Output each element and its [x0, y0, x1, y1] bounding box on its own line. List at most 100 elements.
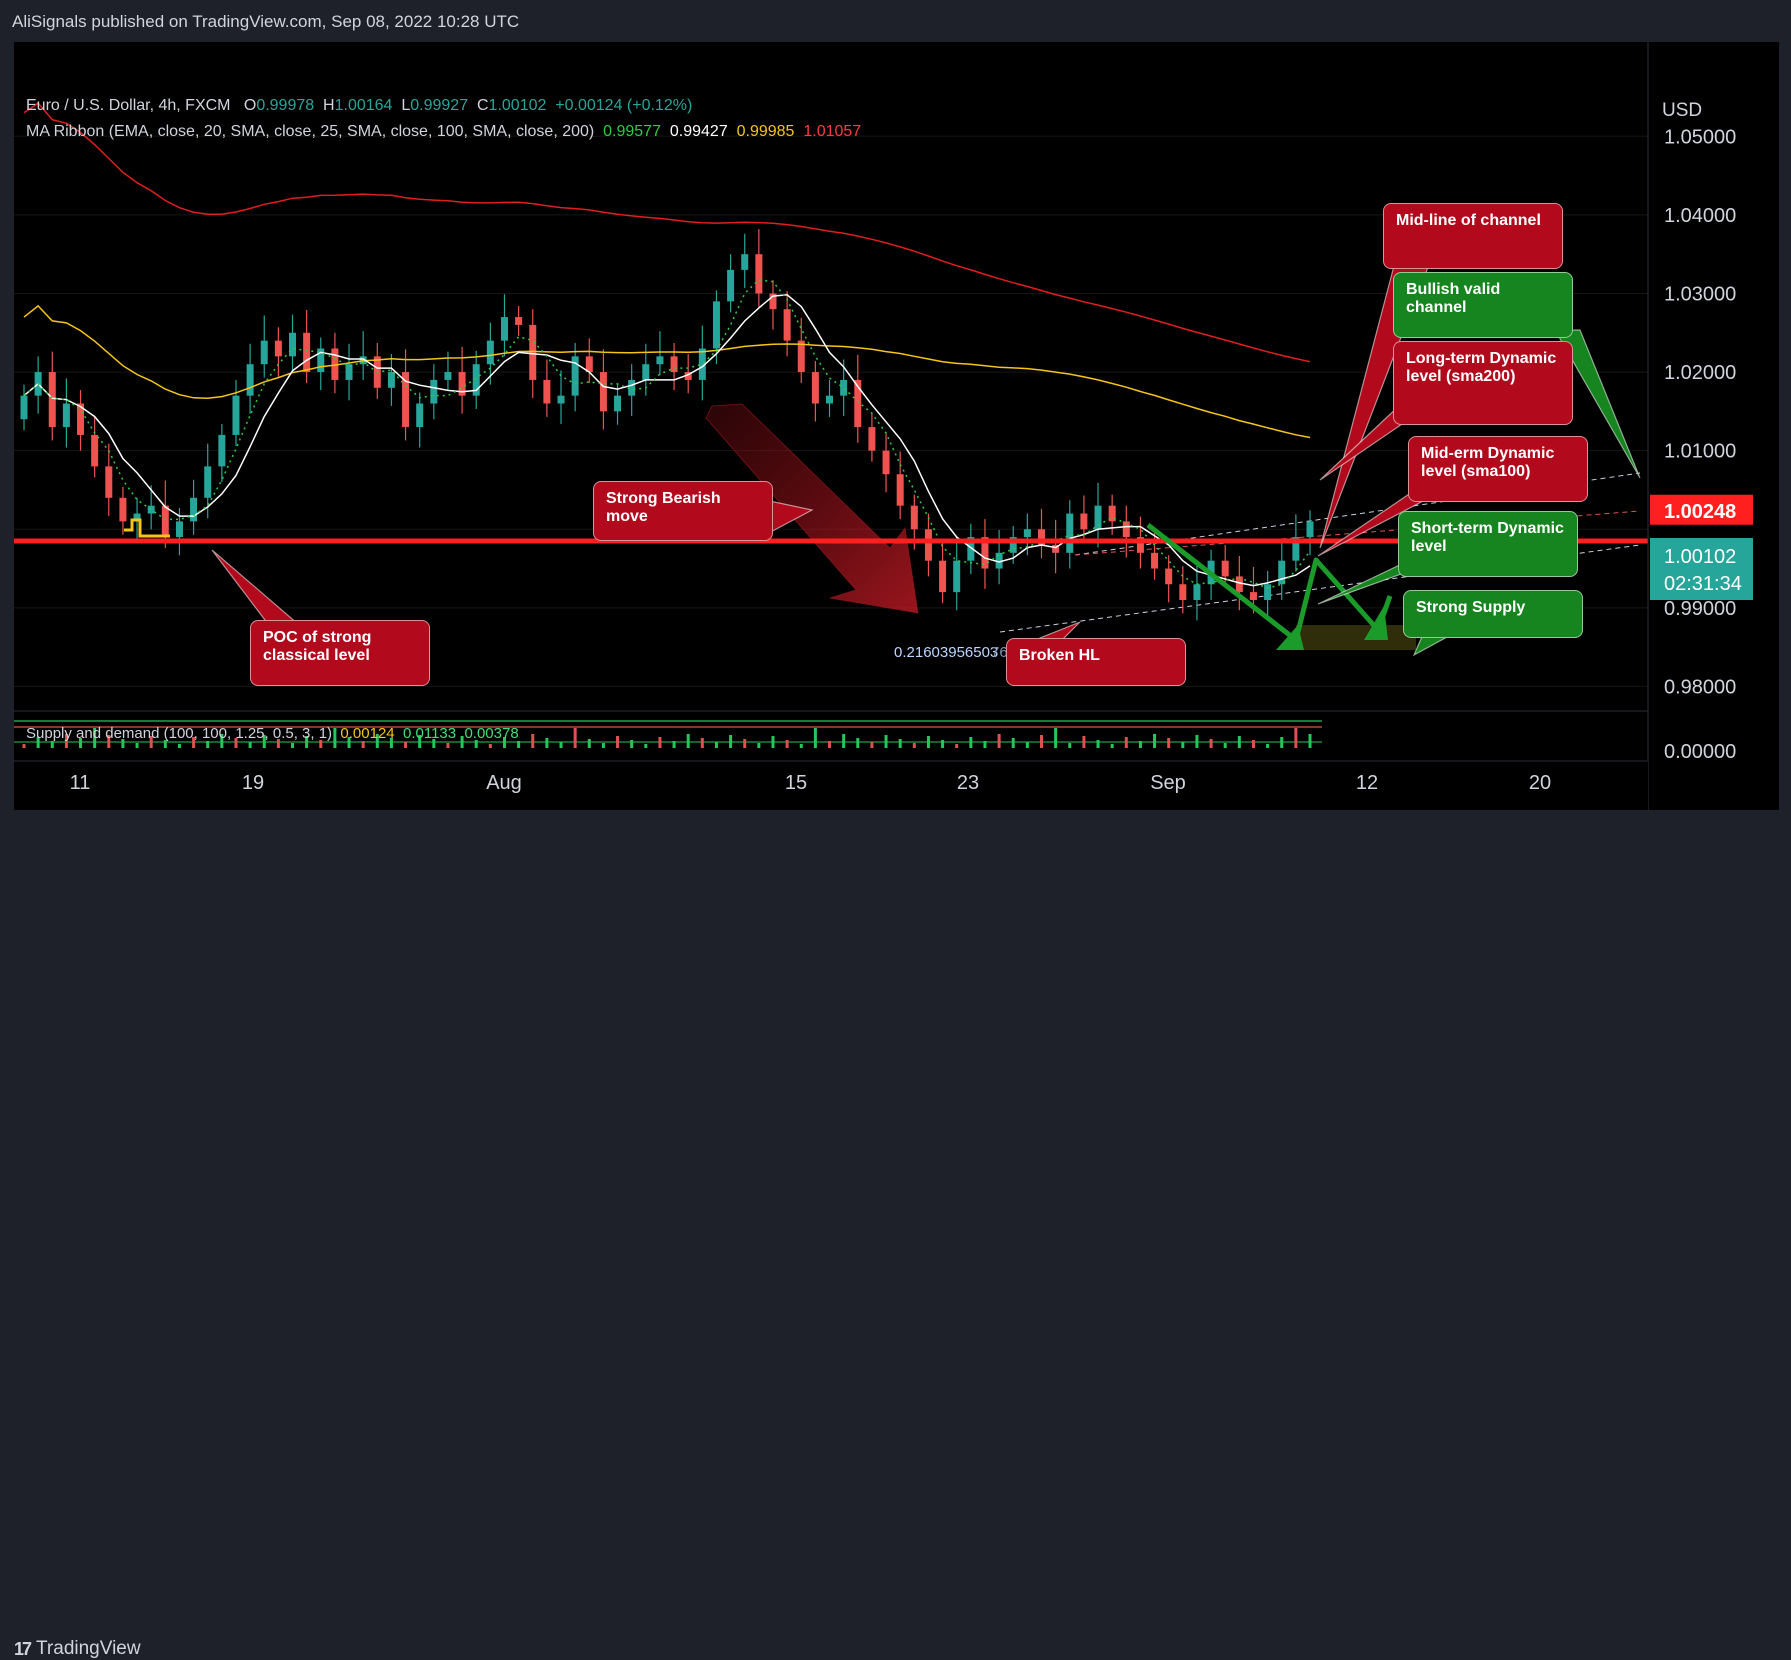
sd-bar-86	[1237, 736, 1241, 748]
price-tick-0: 0.98000	[1664, 676, 1736, 698]
candle-body-52	[755, 254, 763, 294]
candle-body-15	[232, 395, 240, 435]
candle-body-20	[303, 332, 311, 373]
sd-bar-91	[1308, 734, 1312, 748]
candle-body-74	[1066, 513, 1074, 553]
sd-bar-46	[672, 741, 676, 748]
candle-body-75	[1080, 513, 1088, 530]
sd-bar-66	[955, 744, 959, 748]
sd-bar-61	[884, 735, 888, 748]
candle-body-71	[1023, 529, 1031, 538]
candle-body-13	[204, 466, 212, 498]
sd-bar-49	[714, 742, 718, 748]
sma200-line	[23, 102, 1311, 363]
sd-bar-82	[1181, 742, 1185, 748]
candle-body-6	[105, 466, 113, 498]
candle-body-5	[91, 434, 99, 467]
annotation-shortterm: Short-term Dynamic level	[1398, 511, 1578, 577]
sd-bar-78	[1124, 737, 1128, 748]
tv-logo-icon: 17	[14, 1638, 32, 1659]
sd-bar-63	[912, 743, 916, 748]
sd-bar-47	[686, 734, 690, 748]
candle-body-82	[1179, 584, 1187, 600]
candle-body-54	[783, 309, 791, 341]
annotation-broken-hl: Broken HL	[1006, 638, 1186, 686]
price-tick-4: 1.03000	[1664, 283, 1736, 305]
time-tick-6: 12	[1356, 772, 1378, 794]
sd-bar-0	[22, 744, 26, 748]
candle-body-0	[20, 395, 28, 420]
price-tick-6: 1.05000	[1664, 126, 1736, 148]
supply-zone-box	[1296, 625, 1416, 650]
red-level-label: 1.00248	[1664, 501, 1736, 523]
time-axis: 11 19 Aug 15 23 Sep 12 20	[14, 760, 1648, 810]
candle-body-14	[218, 434, 226, 467]
candle-body-62	[896, 474, 904, 506]
sd-bar-19	[291, 743, 295, 748]
candle-body-81	[1165, 568, 1173, 585]
candle-body-83	[1193, 584, 1201, 600]
candle-body-76	[1094, 505, 1102, 530]
sd-bar-81	[1167, 738, 1171, 748]
sd-bar-55	[799, 744, 803, 748]
candle-body-61	[882, 450, 890, 475]
time-tick-0: 11	[70, 772, 91, 794]
price-tick-2: 1.01000	[1664, 441, 1736, 463]
candle-body-29	[430, 379, 438, 404]
candle-body-12	[190, 497, 198, 522]
sd-bar-90	[1294, 728, 1298, 748]
sd-bar-83	[1195, 735, 1199, 748]
candle-body-18	[274, 340, 282, 357]
sd-bar-60	[870, 742, 874, 748]
candle-body-46	[670, 356, 678, 373]
sd-bar-35	[517, 741, 521, 748]
candle-body-51	[741, 254, 749, 270]
sd-bar-87	[1251, 740, 1255, 748]
candle-body-36	[529, 324, 537, 380]
tradingview-logo[interactable]: 17 TradingView	[14, 1638, 141, 1660]
candle-body-57	[826, 395, 834, 404]
countdown-label: 02:31:34	[1664, 573, 1742, 595]
sd-bar-11	[177, 744, 181, 748]
candle-body-2	[48, 372, 56, 428]
candle-body-87	[1249, 592, 1257, 600]
symbol-name: Euro / U.S. Dollar, 4h, FXCM	[26, 97, 231, 114]
annotation-midline: Mid-line of channel	[1383, 203, 1563, 269]
price-axis: USD 0.98000 0.99000 1.01000 1.02000 1.03000 1.…	[1647, 42, 1779, 810]
sd-bar-37	[545, 738, 549, 748]
annotation-supply: Strong Supply	[1403, 590, 1583, 638]
price-tick-3: 1.02000	[1664, 362, 1736, 384]
sd-bar-73	[1054, 728, 1058, 748]
sd-bar-43	[630, 740, 634, 748]
sd-bar-64	[926, 736, 930, 748]
candle-body-43	[628, 379, 636, 396]
sd-bar-8	[135, 743, 139, 748]
candle-body-34	[500, 317, 508, 341]
sd-bar-65	[941, 740, 945, 748]
sd-bar-27	[404, 742, 408, 748]
sd-bar-79	[1138, 741, 1142, 748]
candle-body-37	[543, 379, 551, 404]
candle-body-49	[712, 301, 720, 349]
annotation-bullish-channel: Bullish valid channel	[1393, 272, 1573, 338]
candle-body-50	[727, 269, 735, 302]
low-value: 0.99927	[410, 97, 469, 114]
sd-bar-2	[50, 741, 54, 748]
candle-body-41	[599, 372, 607, 412]
pointer-poc	[211, 549, 300, 625]
candle-body-26	[387, 372, 395, 388]
candle-body-60	[868, 427, 876, 451]
sd-bar-24	[361, 741, 365, 748]
candle-body-10	[161, 505, 169, 538]
sd-bar-72	[1039, 735, 1043, 748]
candle-body-19	[289, 332, 297, 357]
time-tick-2: Aug	[486, 772, 522, 794]
brand-name: TradingView	[36, 1638, 141, 1659]
ma-title: MA Ribbon (EMA, close, 20, SMA, close, 2…	[26, 123, 595, 140]
sd-bar-41	[601, 743, 605, 748]
sd-v1: 0.00124	[340, 725, 395, 742]
sd-bar-85	[1223, 743, 1227, 748]
sd-bar-52	[757, 743, 761, 748]
price-tick-5: 1.04000	[1664, 205, 1736, 227]
candle-body-23	[345, 364, 353, 380]
